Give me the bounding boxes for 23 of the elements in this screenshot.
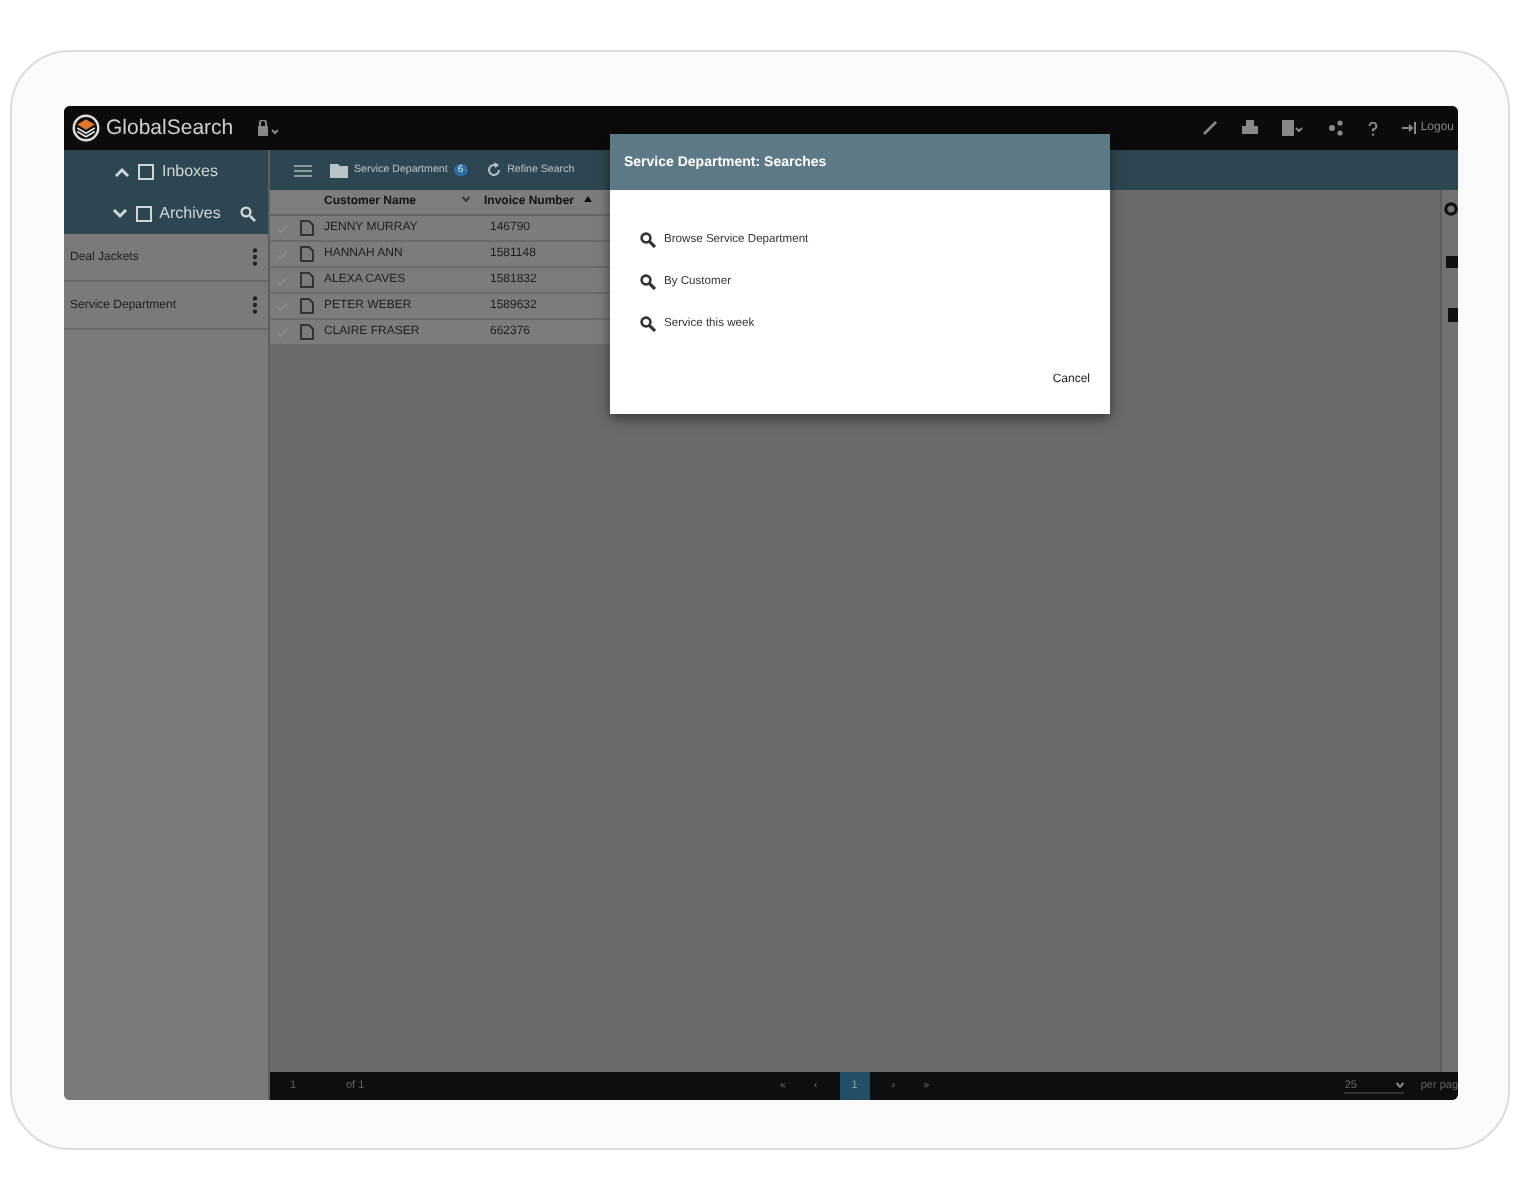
lock-icon[interactable] <box>257 120 278 136</box>
app-title: GlobalSearch <box>106 116 234 140</box>
nav-row[interactable]: Inboxes <box>64 150 268 192</box>
help-icon[interactable] <box>1368 121 1379 135</box>
kebab-icon[interactable] <box>252 296 258 314</box>
refresh-icon <box>485 162 502 178</box>
caret-icon <box>462 196 470 202</box>
logo-icon <box>72 114 100 142</box>
search-icon[interactable] <box>240 205 256 221</box>
printer-icon[interactable] <box>1242 120 1259 136</box>
nav-label: Inboxes <box>161 162 219 180</box>
nav-row[interactable]: Archives <box>64 192 268 234</box>
kebab-icon[interactable] <box>252 248 258 266</box>
share-icon[interactable] <box>1328 120 1345 136</box>
search-icon <box>640 273 656 289</box>
logout-icon[interactable] <box>1402 122 1417 134</box>
search-icon <box>640 231 656 247</box>
pencil-icon[interactable] <box>1202 120 1219 136</box>
search-icon <box>640 315 656 331</box>
sort-icon <box>584 196 592 202</box>
nav-label: Archives <box>159 204 221 222</box>
menu-icon[interactable] <box>294 163 312 177</box>
caret-icon <box>1396 1082 1405 1088</box>
